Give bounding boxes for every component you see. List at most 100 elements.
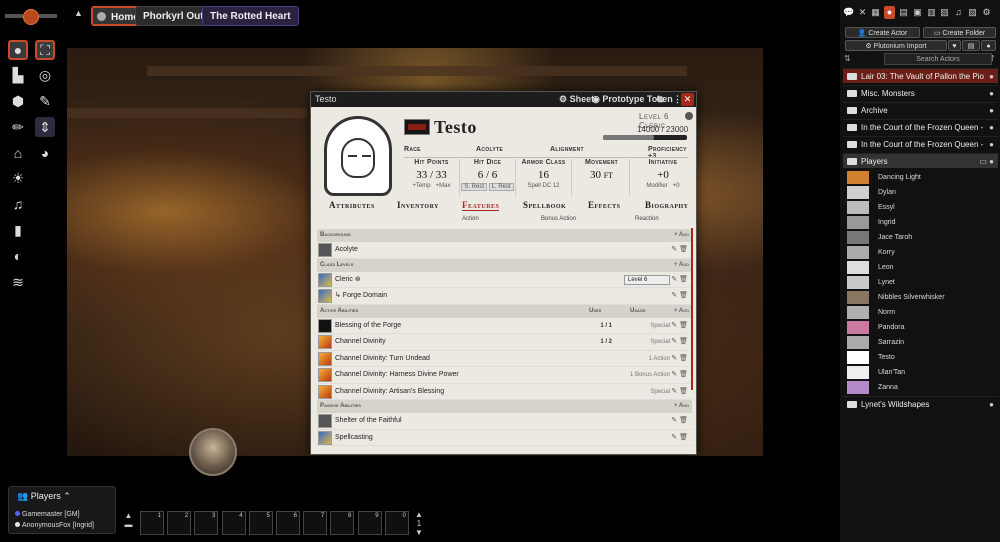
- actor-entry[interactable]: Norm: [843, 305, 998, 320]
- sort-icon[interactable]: ⇅: [844, 54, 851, 63]
- tab-spellbook[interactable]: Spellbook: [523, 200, 566, 210]
- list-item[interactable]: Acolyte ✎ 🗑: [317, 242, 692, 259]
- actor-entry[interactable]: Essyl: [843, 200, 998, 215]
- tables-icon[interactable]: ▥: [926, 6, 937, 19]
- folder-icon[interactable]: ▬: [121, 520, 136, 529]
- palette-icon[interactable]: ◕: [35, 143, 55, 163]
- list-item[interactable]: Spellcasting ✎ 🗑: [317, 430, 692, 447]
- actor-entry[interactable]: Dancing Light: [843, 170, 998, 185]
- tab-effects[interactable]: Effects: [588, 200, 621, 210]
- long-rest-button[interactable]: L. Rest: [488, 183, 514, 191]
- actor-entry[interactable]: Dylan: [843, 185, 998, 200]
- music-icon[interactable]: ♫: [8, 194, 28, 214]
- page-down-icon[interactable]: ▼: [413, 528, 425, 537]
- folder-lair-03[interactable]: Lair 03: The Vault of Pallon the Pio ●: [843, 68, 998, 83]
- list-item[interactable]: Shelter of the Faithful ✎ 🗑: [317, 413, 692, 430]
- armor-class-block[interactable]: Armor Class 16 Spell DC 12: [516, 159, 572, 196]
- list-item[interactable]: ↳ Forge Domain ✎ 🗑: [317, 288, 692, 305]
- tab-features[interactable]: Features: [462, 200, 500, 211]
- reaction-filter[interactable]: Reaction: [635, 216, 659, 222]
- edit-delete-icon[interactable]: ✎ 🗑: [671, 318, 688, 335]
- edit-delete-icon[interactable]: ✎ 🗑: [671, 242, 688, 259]
- edit-delete-icon[interactable]: ✎ 🗑: [671, 384, 688, 401]
- folder-actions-icon[interactable]: ●: [989, 120, 994, 135]
- tab-inventory[interactable]: Inventory: [397, 200, 439, 210]
- folder-players[interactable]: Players ▭ ●: [843, 153, 998, 168]
- shapes-icon[interactable]: ⬢: [8, 91, 28, 111]
- actor-entry[interactable]: Testo: [843, 350, 998, 365]
- playlists-icon[interactable]: ♫: [953, 6, 964, 19]
- list-item[interactable]: Cleric ⊛ Level 6 ✎ 🗑: [317, 272, 692, 289]
- edit-delete-icon[interactable]: ✎ 🗑: [671, 413, 688, 430]
- add-passive-ability-button[interactable]: + Add: [674, 400, 689, 413]
- actor-portrait[interactable]: [324, 116, 392, 196]
- heart-icon[interactable]: ♥: [948, 40, 961, 51]
- create-actor-button[interactable]: 👤 Create Actor: [845, 27, 920, 38]
- page-up-icon[interactable]: ▲: [413, 510, 425, 519]
- journal-icon[interactable]: ▣: [912, 6, 923, 19]
- actor-entry[interactable]: Lynet: [843, 275, 998, 290]
- add-background-button[interactable]: + Add: [674, 229, 689, 242]
- actor-entry[interactable]: Korry: [843, 245, 998, 260]
- actor-entry[interactable]: Jace Taroh: [843, 230, 998, 245]
- players-panel[interactable]: 👥 Players ⌃ Gamemaster [GM] AnonymousFox…: [8, 486, 116, 534]
- token-controls-icon[interactable]: ●: [8, 40, 28, 60]
- folder-actions-icon[interactable]: ▭ ●: [979, 154, 994, 169]
- sheet-config-button[interactable]: ⚙ Sheet: [559, 92, 594, 107]
- chat-icon[interactable]: 💬: [843, 6, 854, 19]
- edit-delete-icon[interactable]: ✎ 🗑: [671, 288, 688, 305]
- character-token[interactable]: [189, 428, 237, 476]
- edit-delete-icon[interactable]: ✎ 🗑: [671, 351, 688, 368]
- combat-icon[interactable]: ✕: [857, 6, 868, 19]
- create-folder-button[interactable]: ▭ Create Folder: [923, 27, 996, 38]
- ruler-icon[interactable]: ▙: [8, 65, 28, 85]
- list-item[interactable]: Channel Divinity: Artisan's Blessing Spe…: [317, 384, 692, 401]
- action-filter[interactable]: Action: [462, 216, 479, 222]
- folder-archive[interactable]: Archive ●: [843, 102, 998, 117]
- target-icon[interactable]: ◎: [35, 65, 55, 85]
- edit-delete-icon[interactable]: ✎ 🗑: [671, 272, 688, 289]
- edit-delete-icon[interactable]: ✎ 🗑: [671, 430, 688, 447]
- folder-actions-icon[interactable]: ●: [989, 86, 994, 101]
- hit-dice-block[interactable]: Hit Dice 6 / 6 S. Rest L. Rest: [460, 159, 516, 196]
- actor-entry[interactable]: Sarrazin: [843, 335, 998, 350]
- briefcase-icon[interactable]: ▤: [962, 40, 980, 51]
- actor-entry[interactable]: Leon: [843, 260, 998, 275]
- actors-icon[interactable]: ●: [884, 6, 895, 19]
- hotbar-slot[interactable]: 1: [140, 511, 164, 535]
- scrollbar[interactable]: [691, 228, 693, 390]
- tab-biography[interactable]: Biography: [645, 200, 689, 210]
- hotbar-slot[interactable]: 2: [167, 511, 192, 535]
- tab-attributes[interactable]: Attributes: [329, 200, 375, 210]
- folder-frozen-queen[interactable]: In the Court of the Frozen Queen - ●: [843, 119, 998, 134]
- list-item[interactable]: Channel Divinity: Harness Divine Power 1…: [317, 367, 692, 384]
- folder-misc-monsters[interactable]: Misc. Monsters ●: [843, 85, 998, 100]
- dnd-beyond-logo[interactable]: [404, 119, 430, 135]
- layers-icon[interactable]: ≋: [8, 272, 28, 292]
- close-icon[interactable]: ✕: [681, 93, 694, 106]
- hotbar-slot[interactable]: 0: [384, 511, 409, 535]
- short-rest-button[interactable]: S. Rest: [461, 183, 487, 191]
- bank-icon[interactable]: ⌂: [8, 143, 28, 163]
- actor-entry[interactable]: Nibbles Silverwhisker: [843, 290, 998, 305]
- lightbulb-icon[interactable]: ☀: [8, 168, 28, 188]
- actor-entry[interactable]: Ingrid: [843, 215, 998, 230]
- scene-nav-collapse-icon[interactable]: ▲: [74, 8, 83, 18]
- scene-tab-rotted-heart[interactable]: The Rotted Heart: [202, 6, 299, 26]
- pencil-icon[interactable]: ✏: [8, 117, 28, 137]
- folder-actions-icon[interactable]: ●: [989, 137, 994, 152]
- hotbar-slot[interactable]: 3: [194, 511, 219, 535]
- paint-icon[interactable]: ◐: [8, 246, 28, 266]
- foundry-logo[interactable]: [5, 6, 57, 28]
- scenes-icon[interactable]: ▦: [870, 6, 881, 19]
- actor-entry[interactable]: Pandora: [843, 320, 998, 335]
- actor-sheet-window[interactable]: Testo ⚙ Sheet ◉ Prototype Token ⧉ ⋮ ✕ Te…: [310, 91, 697, 455]
- macro-directory-icon[interactable]: ▲: [121, 511, 136, 520]
- folder-actions-icon[interactable]: ●: [989, 397, 994, 412]
- folder-actions-icon[interactable]: ●: [989, 69, 994, 84]
- search-input[interactable]: Search Actors: [884, 53, 992, 65]
- edit-delete-icon[interactable]: ✎ 🗑: [671, 334, 688, 351]
- hotbar-slot[interactable]: 6: [276, 511, 300, 535]
- hotbar-slot[interactable]: 7: [303, 511, 328, 535]
- list-item[interactable]: Blessing of the Forge 1 / 1 Special ✎ 🗑: [317, 318, 692, 335]
